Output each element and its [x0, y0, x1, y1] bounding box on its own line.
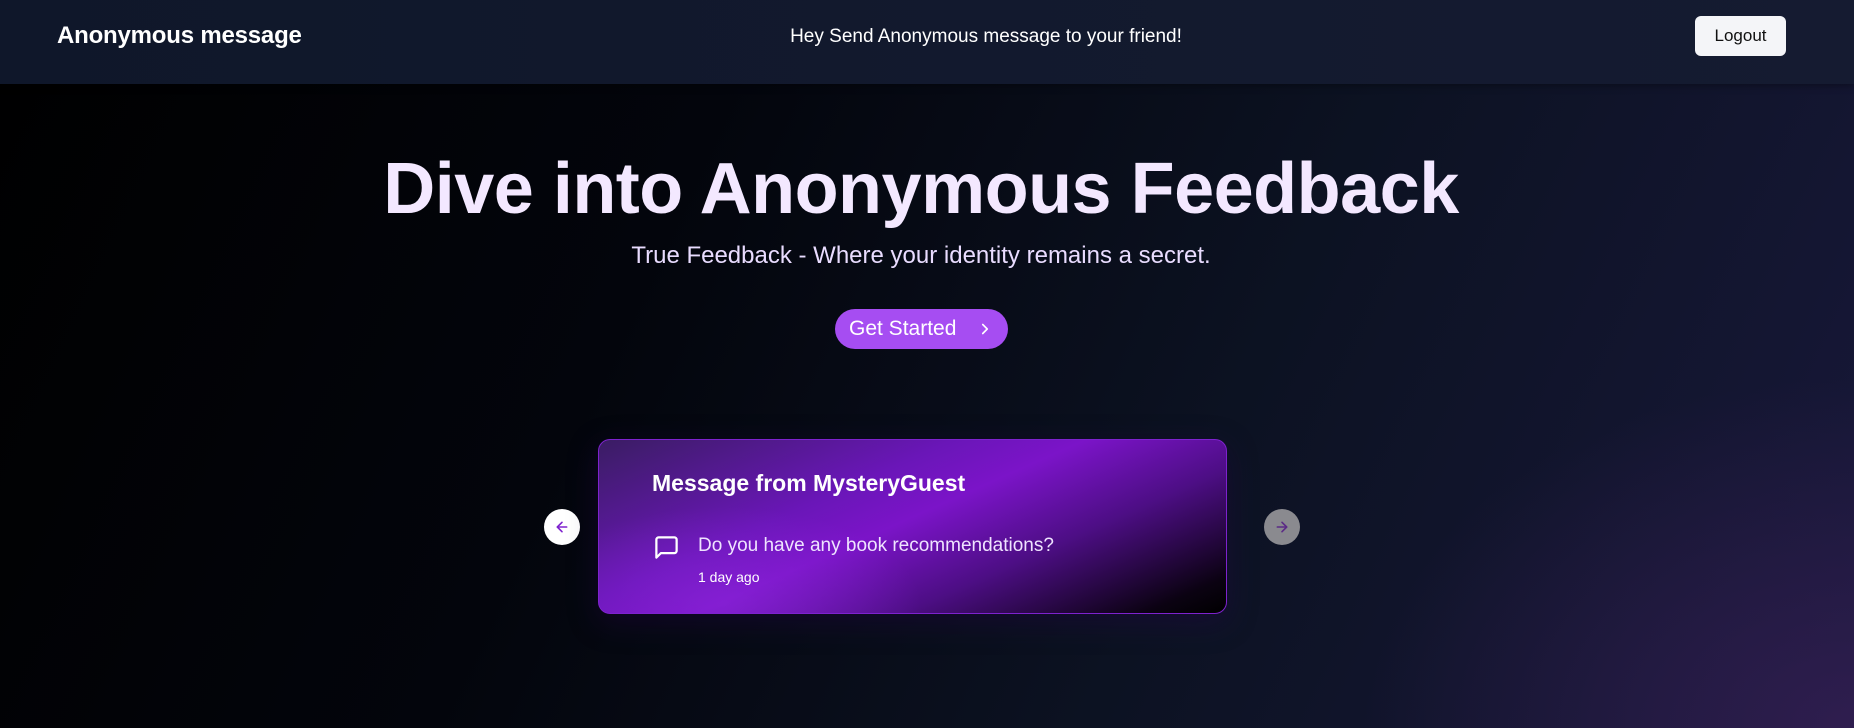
page-background — [0, 0, 1854, 728]
logout-button[interactable]: Logout — [1695, 16, 1786, 56]
message-card-title: Message from MysteryGuest — [652, 470, 966, 496]
message-content: Do you have any book recommendations? — [698, 535, 1054, 556]
card-glow — [599, 440, 1226, 613]
arrow-right-icon — [1276, 521, 1288, 533]
navbar: Anonymous message Hey Send Anonymous mes… — [0, 0, 1854, 84]
carousel-next-button[interactable] — [1264, 509, 1300, 545]
carousel-previous-button[interactable] — [544, 509, 580, 545]
chevron-right-icon — [981, 323, 989, 335]
message-timestamp: 1 day ago — [698, 569, 760, 585]
get-started-label: Get Started — [849, 317, 957, 340]
hero-subtitle: True Feedback - Where your identity rema… — [631, 242, 1211, 269]
arrow-left-icon — [556, 521, 568, 533]
nav-tagline: Hey Send Anonymous message to your frien… — [790, 26, 1182, 47]
get-started-button[interactable]: Get Started — [835, 309, 1008, 349]
message-square-icon — [655, 536, 678, 559]
hero-title: Dive into Anonymous Feedback — [383, 149, 1459, 229]
message-card: Message from MysteryGuest Do you have an… — [598, 439, 1227, 614]
